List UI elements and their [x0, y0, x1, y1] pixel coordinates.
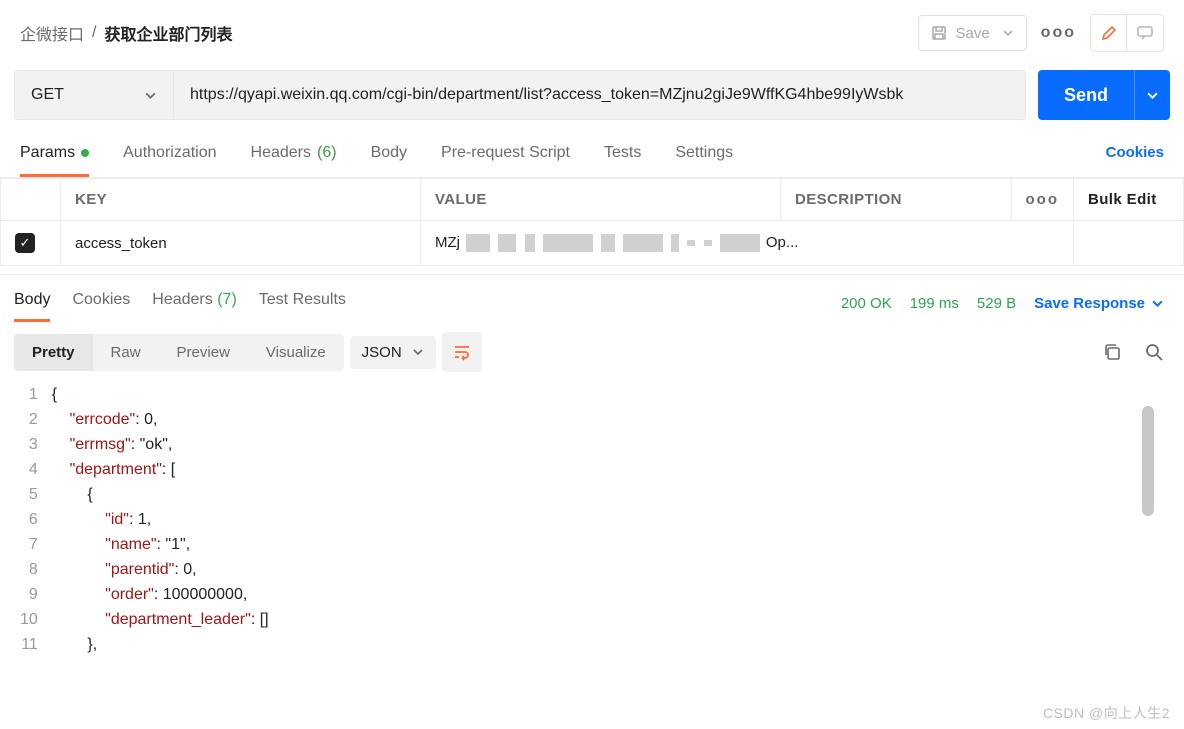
view-preview[interactable]: Preview — [159, 334, 248, 371]
url-input[interactable] — [174, 70, 1026, 120]
resp-tab-cookies[interactable]: Cookies — [72, 285, 130, 322]
wrap-lines-button[interactable] — [442, 332, 482, 372]
line-gutter: 1234567891011 — [20, 382, 52, 657]
pencil-icon — [1100, 24, 1118, 42]
chevron-down-icon — [1146, 89, 1159, 102]
response-body[interactable]: 1234567891011 { "errcode": 0, "errmsg": … — [0, 380, 1184, 657]
more-icon[interactable]: ooo — [1041, 24, 1076, 42]
save-response-link[interactable]: Save Response — [1034, 295, 1164, 312]
request-tabs: Params Authorization Headers (6) Body Pr… — [20, 138, 733, 177]
chevron-down-icon — [1002, 27, 1014, 39]
bulk-edit-link[interactable]: Bulk Edit — [1088, 191, 1157, 208]
breadcrumb: 企微接口 / 获取企业部门列表 — [20, 21, 232, 45]
scrollbar[interactable] — [1142, 406, 1154, 516]
method-label: GET — [31, 86, 64, 104]
col-value: VALUE — [421, 179, 781, 221]
columns-menu-icon[interactable]: ooo — [1026, 191, 1060, 208]
breadcrumb-sep: / — [92, 24, 96, 42]
save-label: Save — [955, 25, 989, 42]
edit-button[interactable] — [1091, 15, 1127, 51]
save-button[interactable]: Save — [918, 15, 1026, 51]
cookies-link[interactable]: Cookies — [1106, 144, 1164, 171]
breadcrumb-folder[interactable]: 企微接口 — [20, 21, 84, 45]
view-raw[interactable]: Raw — [93, 334, 159, 371]
send-dropdown[interactable] — [1134, 70, 1170, 120]
tab-prerequest[interactable]: Pre-request Script — [441, 138, 570, 177]
comments-button[interactable] — [1127, 15, 1163, 51]
save-icon — [931, 25, 947, 41]
breadcrumb-current: 获取企业部门列表 — [104, 21, 232, 45]
resp-tab-headers[interactable]: Headers (7) — [152, 285, 237, 322]
tab-params[interactable]: Params — [20, 138, 89, 177]
resp-tab-tests[interactable]: Test Results — [259, 285, 346, 322]
copy-icon — [1102, 342, 1122, 362]
view-visualize[interactable]: Visualize — [248, 334, 344, 371]
view-pretty[interactable]: Pretty — [14, 334, 93, 371]
tab-authorization[interactable]: Authorization — [123, 138, 216, 177]
checkbox-icon[interactable]: ✓ — [15, 233, 35, 253]
wrap-icon — [452, 342, 472, 362]
dot-icon — [81, 149, 89, 157]
tab-settings[interactable]: Settings — [675, 138, 733, 177]
copy-button[interactable] — [1102, 342, 1122, 362]
code-content: { "errcode": 0, "errmsg": "ok", "departm… — [52, 382, 1184, 657]
tab-tests[interactable]: Tests — [604, 138, 641, 177]
params-table: KEY VALUE DESCRIPTION ooo Bulk Edit ✓ ac… — [0, 178, 1184, 266]
search-button[interactable] — [1144, 342, 1164, 362]
send-button[interactable]: Send — [1038, 70, 1134, 120]
size-badge: 529 B — [977, 295, 1016, 312]
method-select[interactable]: GET — [14, 70, 174, 120]
response-tabs: Body Cookies Headers (7) Test Results — [14, 285, 346, 322]
search-icon — [1144, 342, 1164, 362]
param-key[interactable]: access_token — [61, 221, 421, 266]
chevron-down-icon — [412, 346, 424, 358]
redacted-icon — [466, 234, 490, 252]
time-badge: 199 ms — [910, 295, 959, 312]
tab-body[interactable]: Body — [371, 138, 407, 177]
resp-tab-body[interactable]: Body — [14, 285, 50, 322]
comment-icon — [1136, 24, 1154, 42]
format-select[interactable]: JSON — [350, 336, 436, 369]
chevron-down-icon — [1151, 297, 1164, 310]
watermark: CSDN @向上人生2 — [1043, 703, 1170, 723]
tab-headers[interactable]: Headers (6) — [251, 138, 337, 177]
table-row[interactable]: ✓ access_token MZj Op... — [1, 221, 1184, 266]
col-key: KEY — [61, 179, 421, 221]
status-badge: 200 OK — [841, 295, 892, 312]
view-mode-seg: Pretty Raw Preview Visualize — [14, 334, 344, 371]
col-desc: DESCRIPTION — [781, 179, 1012, 221]
param-value[interactable]: MZj Op... — [421, 221, 1074, 266]
chevron-down-icon — [144, 89, 157, 102]
view-mode-pair — [1090, 14, 1164, 52]
